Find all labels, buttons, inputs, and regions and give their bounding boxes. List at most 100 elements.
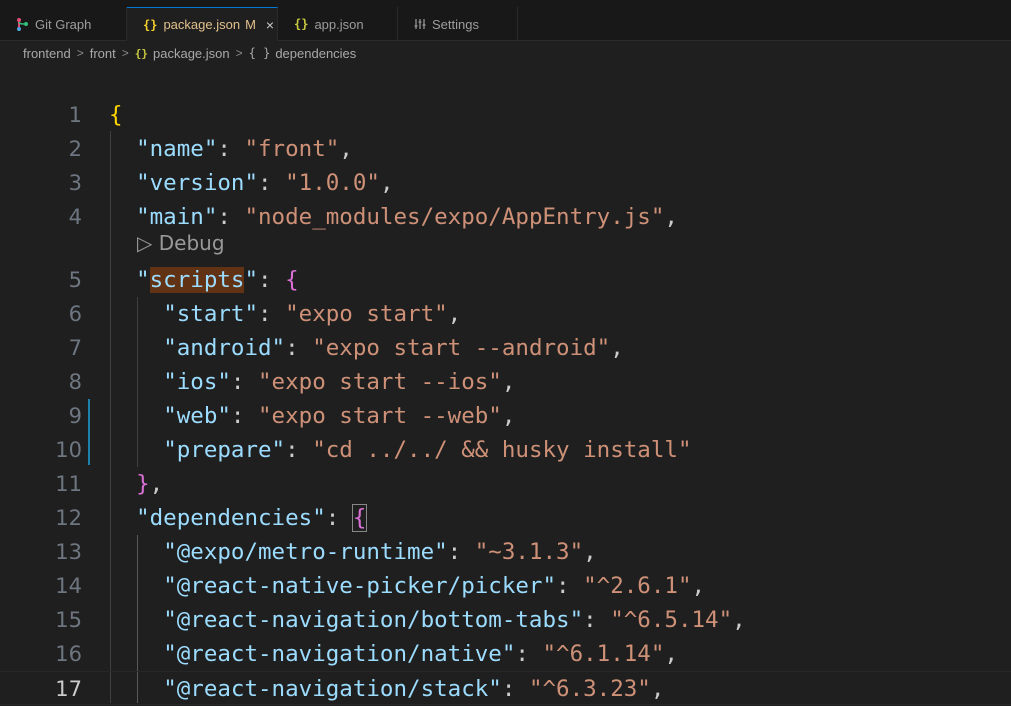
code-line[interactable]: 4 "main": "node_modules/expo/AppEntry.js… (0, 200, 1011, 234)
breadcrumb-item-front[interactable]: front (90, 46, 116, 61)
code-text: "name": "front", (109, 132, 353, 166)
code-text: "@react-navigation/bottom-tabs": "^6.5.1… (109, 603, 746, 637)
code-line[interactable]: 17 "@react-navigation/stack": "^6.3.23", (0, 671, 1011, 705)
line-number: 14 (55, 574, 82, 598)
line-number: 3 (68, 171, 82, 195)
code-token: "^6.1.14" (542, 641, 665, 667)
git-graph-icon (16, 17, 29, 32)
code-token: , (149, 471, 164, 497)
breadcrumb-item-dependencies[interactable]: dependencies (275, 46, 356, 61)
chevron-right-icon: > (235, 46, 243, 60)
line-number: 12 (55, 506, 82, 530)
line-number: 2 (68, 137, 82, 161)
code-line[interactable]: 8 "ios": "expo start --ios", (0, 365, 1011, 399)
line-number: 5 (68, 268, 82, 292)
code-line[interactable]: 2 "name": "front", (0, 132, 1011, 166)
code-text: "version": "1.0.0", (109, 166, 393, 200)
code-text: "start": "expo start", (109, 297, 461, 331)
code-text: "web": "expo start --web", (109, 399, 515, 433)
code-token: "start" (163, 301, 259, 327)
code-text: "@expo/metro-runtime": "~3.1.3", (109, 535, 597, 569)
tab-git-graph[interactable]: Git Graph (0, 7, 127, 41)
chevron-right-icon: > (121, 46, 129, 60)
line-number: 17 (55, 677, 82, 701)
breadcrumb-item-frontend[interactable]: frontend (23, 46, 71, 61)
tab-label: Git Graph (35, 16, 92, 32)
code-line[interactable]: 13 "@expo/metro-runtime": "~3.1.3", (0, 535, 1011, 569)
code-token: , (501, 403, 516, 429)
code-line[interactable]: 3 "version": "1.0.0", (0, 166, 1011, 200)
code-line[interactable]: 10 "prepare": "cd ../../ && husky instal… (0, 433, 1011, 467)
code-token: "^6.3.23" (528, 676, 651, 702)
code-line[interactable]: 7 "android": "expo start --android", (0, 331, 1011, 365)
line-number: 6 (68, 302, 82, 326)
tab-settings[interactable]: Settings (398, 7, 518, 41)
line-number: 4 (68, 205, 82, 229)
code-line[interactable]: 15 "@react-navigation/bottom-tabs": "^6.… (0, 603, 1011, 637)
code-line[interactable]: 5 "scripts": { (0, 263, 1011, 297)
code-token: , (732, 607, 746, 633)
code-token: "@expo/metro-runtime" (163, 539, 448, 565)
code-token: "version" (136, 170, 259, 196)
close-icon[interactable]: × (266, 17, 274, 33)
code-token: , (664, 641, 678, 667)
code-token: : (583, 607, 611, 633)
code-text: "scripts": { (109, 263, 299, 297)
line-number: 10 (55, 438, 82, 462)
code-token: : (325, 505, 353, 531)
line-number: 16 (55, 642, 82, 666)
code-token: scripts (149, 267, 245, 293)
code-token: "@react-navigation/stack" (163, 676, 502, 702)
code-token: { (285, 267, 299, 293)
breadcrumb-item-package-json[interactable]: package.json (153, 46, 230, 61)
code-token: , (664, 204, 678, 230)
code-text: "@react-native-picker/picker": "^2.6.1", (109, 569, 705, 603)
code-token: "^2.6.1" (583, 573, 692, 599)
code-editor[interactable]: ▷ Debug 1{2 "name": "front", 3 "version":… (0, 65, 1011, 705)
breadcrumb: frontend > front > {} package.json > { }… (0, 41, 1011, 65)
code-token: , (610, 335, 624, 361)
code-line[interactable]: 11 }, (0, 467, 1011, 501)
code-token: : (258, 267, 286, 293)
code-text: }, (109, 467, 163, 501)
code-token: , (501, 369, 516, 395)
tab-package-json[interactable]: {} package.json M × (127, 7, 278, 41)
code-text: "@react-navigation/native": "^6.1.14", (109, 637, 678, 671)
code-line[interactable]: 9 "web": "expo start --web", (0, 399, 1011, 433)
code-token: "dependencies" (136, 505, 326, 531)
object-symbol-icon: { } (248, 46, 271, 60)
code-line[interactable]: 14 "@react-native-picker/picker": "^2.6.… (0, 569, 1011, 603)
code-token: , (583, 539, 597, 565)
code-token: : (515, 641, 543, 667)
tab-label: Settings (432, 16, 479, 32)
code-line[interactable]: 6 "start": "expo start", (0, 297, 1011, 331)
code-token: : (217, 204, 245, 230)
code-token: "expo start --web" (258, 403, 502, 429)
code-token: "~3.1.3" (474, 539, 584, 565)
code-token: "expo start" (285, 301, 448, 327)
code-token: "^6.5.14" (610, 607, 733, 633)
code-text: { (109, 98, 123, 132)
json-icon: {} (294, 17, 309, 31)
tab-app-json[interactable]: {} app.json (278, 7, 398, 41)
code-token: "name" (136, 136, 218, 162)
code-token: : (258, 301, 286, 327)
code-token: { (109, 102, 123, 128)
code-line[interactable]: 12 "dependencies": { (0, 501, 1011, 535)
code-token: "@react-native-picker/picker" (163, 573, 557, 599)
code-line[interactable]: 16 "@react-navigation/native": "^6.1.14"… (0, 637, 1011, 671)
code-token: : (447, 539, 475, 565)
play-outline-icon: ▷ (137, 231, 153, 255)
code-text: "main": "node_modules/expo/AppEntry.js", (109, 200, 678, 234)
code-token: } (136, 471, 150, 497)
code-text: "dependencies": { (109, 501, 368, 535)
code-line[interactable]: 1{ (0, 98, 1011, 132)
